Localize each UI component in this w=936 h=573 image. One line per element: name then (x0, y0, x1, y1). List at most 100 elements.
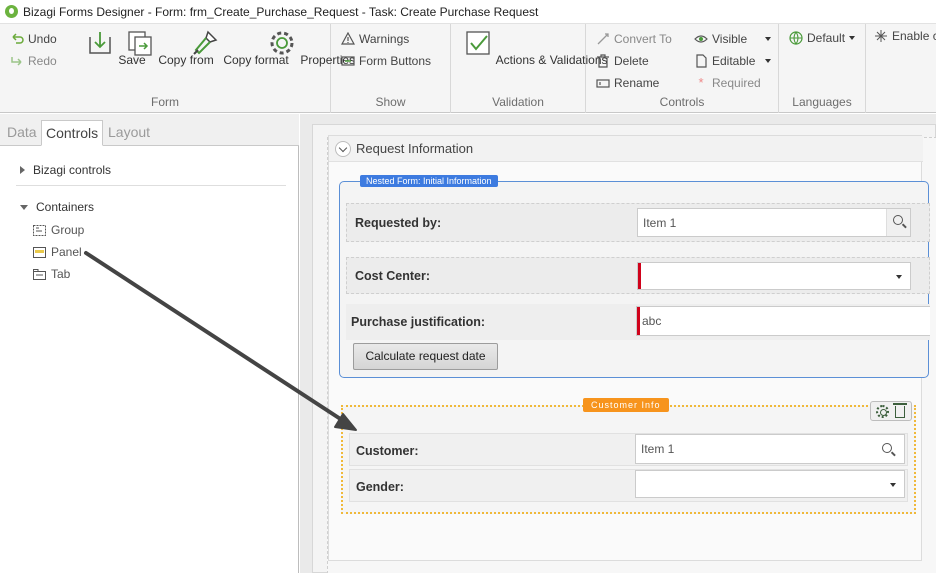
language-default-label: Default (807, 31, 846, 45)
required-toggle[interactable]: * Required (694, 75, 761, 91)
purchase-justification-label: Purchase justification: (351, 315, 486, 329)
enable-label: Enable c (892, 29, 936, 43)
convert-icon (597, 33, 609, 45)
ribbon-group-controls: Convert To Delete Rename Visible Editabl… (586, 24, 779, 113)
tree-item-containers[interactable]: Containers (20, 200, 94, 214)
editable-icon (696, 54, 707, 68)
delete-button[interactable]: Delete (596, 54, 649, 68)
requested-by-label: Requested by: (355, 216, 442, 230)
ribbon-group-label-show: Show (375, 95, 406, 109)
tree-label-containers: Containers (36, 200, 95, 214)
required-label: Required (712, 76, 761, 90)
trash-icon[interactable] (893, 403, 907, 418)
rename-icon (596, 79, 610, 88)
visible-label: Visible (712, 32, 748, 46)
language-dropdown[interactable]: Default (789, 31, 856, 45)
form-buttons-icon (341, 56, 355, 66)
purchase-justification-value: abc (642, 314, 662, 328)
tree-item-group[interactable]: Group (33, 223, 84, 237)
customer-info-panel[interactable]: Customer Info Customer: Item 1 Gender: (341, 398, 916, 514)
undo-label: Undo (28, 32, 57, 46)
tab-controls[interactable]: Controls (41, 120, 104, 146)
redo-button[interactable]: Redo (10, 54, 57, 68)
ribbon-toolbar: Undo Redo Save Copy from Copy format Pro… (0, 24, 936, 113)
customer-label: Customer: (356, 444, 419, 458)
properties-button[interactable]: Properties (267, 28, 355, 67)
requested-by-input[interactable]: Item 1 (637, 208, 911, 237)
caret-right-icon (20, 166, 25, 174)
warnings-button[interactable]: Warnings (341, 32, 409, 46)
customer-row[interactable]: Customer: Item 1 (349, 433, 908, 466)
editable-label: Editable (712, 54, 756, 68)
chevron-down-icon (849, 36, 856, 40)
tree-item-panel[interactable]: Panel (33, 245, 82, 259)
visible-dropdown[interactable]: Visible (694, 32, 772, 46)
asterisk-icon: * (698, 75, 704, 90)
toolbox-tabs: Data Controls Layout (0, 114, 299, 146)
rename-button[interactable]: Rename (596, 76, 659, 90)
collapse-chevron-icon[interactable] (335, 141, 351, 157)
ribbon-group-label-validation: Validation (492, 95, 544, 109)
save-icon (89, 32, 111, 54)
customer-value: Item 1 (641, 442, 675, 456)
copy-format-button[interactable]: Copy format (190, 28, 289, 67)
ribbon-group-languages: Default Languages (779, 24, 866, 113)
search-icon[interactable] (882, 443, 892, 453)
calculate-request-date-button[interactable]: Calculate request date (353, 343, 498, 370)
group-icon (33, 224, 46, 236)
sparkle-icon (875, 30, 887, 42)
warnings-label: Warnings (359, 32, 410, 46)
cost-center-combo[interactable] (637, 262, 911, 290)
eye-icon (694, 35, 708, 43)
search-icon (893, 215, 903, 225)
purchase-justification-row[interactable]: Purchase justification: abc (346, 304, 930, 340)
tree-item-tab[interactable]: Tab (33, 267, 70, 281)
chevron-down-icon (890, 483, 896, 487)
ribbon-group-label-controls: Controls (659, 95, 705, 109)
caret-down-icon (20, 204, 28, 210)
copy-from-button[interactable]: Copy from (125, 28, 214, 67)
requested-by-value: Item 1 (643, 216, 677, 230)
globe-icon (789, 31, 803, 45)
requested-by-search-button[interactable] (886, 209, 910, 236)
ribbon-group-show: Warnings Form Buttons Show (331, 24, 451, 113)
window-title: Bizagi Forms Designer - Form: frm_Create… (23, 5, 539, 19)
tree-item-bizagi-controls[interactable]: Bizagi controls (20, 163, 111, 177)
nested-form-initial-information[interactable]: Nested Form: Initial Information Request… (339, 175, 930, 378)
ribbon-group-form: Undo Redo Save Copy from Copy format Pro… (0, 24, 355, 113)
form-buttons-button[interactable]: Form Buttons (341, 54, 431, 68)
tab-icon (33, 268, 46, 280)
gender-row[interactable]: Gender: (349, 469, 908, 502)
tab-data[interactable]: Data (3, 120, 41, 146)
actions-validations-button[interactable]: Actions & Validations (463, 28, 608, 67)
cost-center-label: Cost Center: (355, 269, 431, 283)
editable-dropdown[interactable]: Editable (694, 54, 772, 68)
enable-button[interactable]: Enable c (874, 29, 936, 43)
convert-to-label: Convert To (614, 32, 672, 46)
chevron-down-icon (765, 37, 772, 41)
nested-form-badge: Nested Form: Initial Information (360, 175, 498, 187)
required-marker (637, 307, 640, 335)
ribbon-group-validation: Actions & Validations Validation (451, 24, 608, 113)
customer-input[interactable]: Item 1 (635, 434, 905, 464)
save-button[interactable]: Save (85, 28, 146, 67)
gear-icon[interactable] (876, 405, 889, 418)
form-canvas: Request Information Nested Form: Initial… (300, 114, 936, 573)
tree-label-group: Group (51, 223, 85, 237)
delete-label: Delete (614, 54, 649, 68)
undo-icon (12, 33, 24, 44)
convert-to-button[interactable]: Convert To (596, 32, 672, 46)
purchase-justification-input[interactable]: abc (636, 306, 930, 336)
copy-from-icon (128, 31, 152, 56)
toolbox-panel: Data Controls Layout Bizagi controls Con… (0, 114, 299, 573)
undo-button[interactable]: Undo (10, 32, 57, 46)
tab-layout[interactable]: Layout (104, 120, 154, 146)
ribbon-group-label-form: Form (151, 95, 179, 109)
gender-combo[interactable] (635, 470, 905, 498)
required-marker (638, 263, 641, 289)
request-information-header[interactable]: Request Information (329, 136, 923, 162)
request-information-group[interactable]: Request Information Nested Form: Initial… (328, 135, 930, 561)
cost-center-row[interactable]: Cost Center: (346, 257, 930, 294)
tree-divider (16, 185, 286, 186)
requested-by-row[interactable]: Requested by: Item 1 (346, 203, 930, 242)
